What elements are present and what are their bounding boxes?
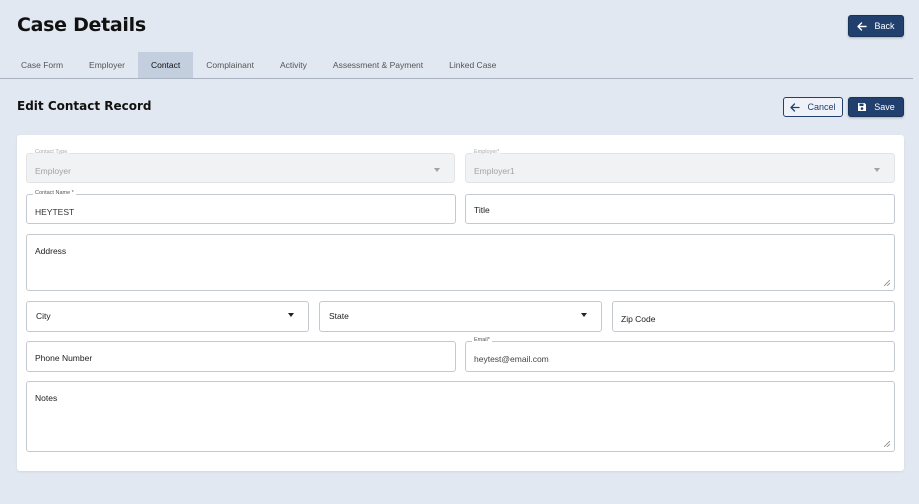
contact-form-card: Contact Type Employer Employer* Employer… [17,135,904,471]
address-textarea[interactable]: Address [26,234,895,291]
tab-assessment-payment[interactable]: Assessment & Payment [320,52,436,78]
tab-employer[interactable]: Employer [76,52,138,78]
resize-handle-icon[interactable] [884,441,890,447]
city-select[interactable]: City [26,301,309,332]
chevron-down-icon [288,313,294,317]
tab-complainant[interactable]: Complainant [193,52,267,78]
tab-linked-case[interactable]: Linked Case [436,52,509,78]
tab-contact[interactable]: Contact [137,52,194,78]
contact-type-value: Employer [35,166,71,176]
email-value: heytest@email.com [474,354,549,364]
resize-handle-icon[interactable] [884,280,890,286]
arrow-left-icon [857,21,868,31]
save-button-label: Save [874,102,895,112]
save-button[interactable]: Save [848,97,904,117]
state-select[interactable]: State [319,301,602,332]
state-placeholder: State [329,311,349,321]
title-placeholder: Title [474,205,490,215]
chevron-down-icon [581,313,587,317]
employer-label: Employer* [472,148,502,157]
phone-number-field[interactable]: Phone Number [26,341,456,372]
section-title: Edit Contact Record [17,99,152,113]
tab-activity[interactable]: Activity [267,52,320,78]
city-placeholder: City [36,311,51,321]
back-button[interactable]: Back [848,15,904,37]
back-button-label: Back [874,21,895,31]
address-placeholder: Address [35,246,67,256]
arrow-left-icon [790,102,801,112]
email-label: Email* [472,336,492,345]
contact-name-value: HEYTEST [35,207,75,217]
page-title: Case Details [17,14,146,36]
title-field[interactable]: Title [465,194,895,224]
employer-select[interactable]: Employer* Employer1 [465,148,895,183]
tab-case-form[interactable]: Case Form [8,52,76,78]
notes-placeholder: Notes [35,393,58,403]
phone-number-placeholder: Phone Number [35,353,93,363]
notes-textarea[interactable]: Notes [26,381,895,452]
tab-bar: Case Form Employer Contact Complainant A… [8,52,509,78]
contact-name-label: Contact Name * [33,189,76,198]
contact-type-select[interactable]: Contact Type Employer [26,148,455,183]
contact-name-field[interactable]: Contact Name * HEYTEST [26,189,456,224]
email-field[interactable]: Email* heytest@email.com [465,336,895,372]
contact-type-label: Contact Type [33,148,70,157]
chevron-down-icon [434,168,440,172]
cancel-button[interactable]: Cancel [783,97,843,117]
chevron-down-icon [874,168,880,172]
zip-code-field[interactable]: Zip Code [612,301,895,332]
floppy-disk-icon [857,102,867,112]
tabs-divider [0,78,913,79]
cancel-button-label: Cancel [807,102,836,112]
employer-value: Employer1 [474,166,515,176]
zip-code-placeholder: Zip Code [621,314,656,324]
